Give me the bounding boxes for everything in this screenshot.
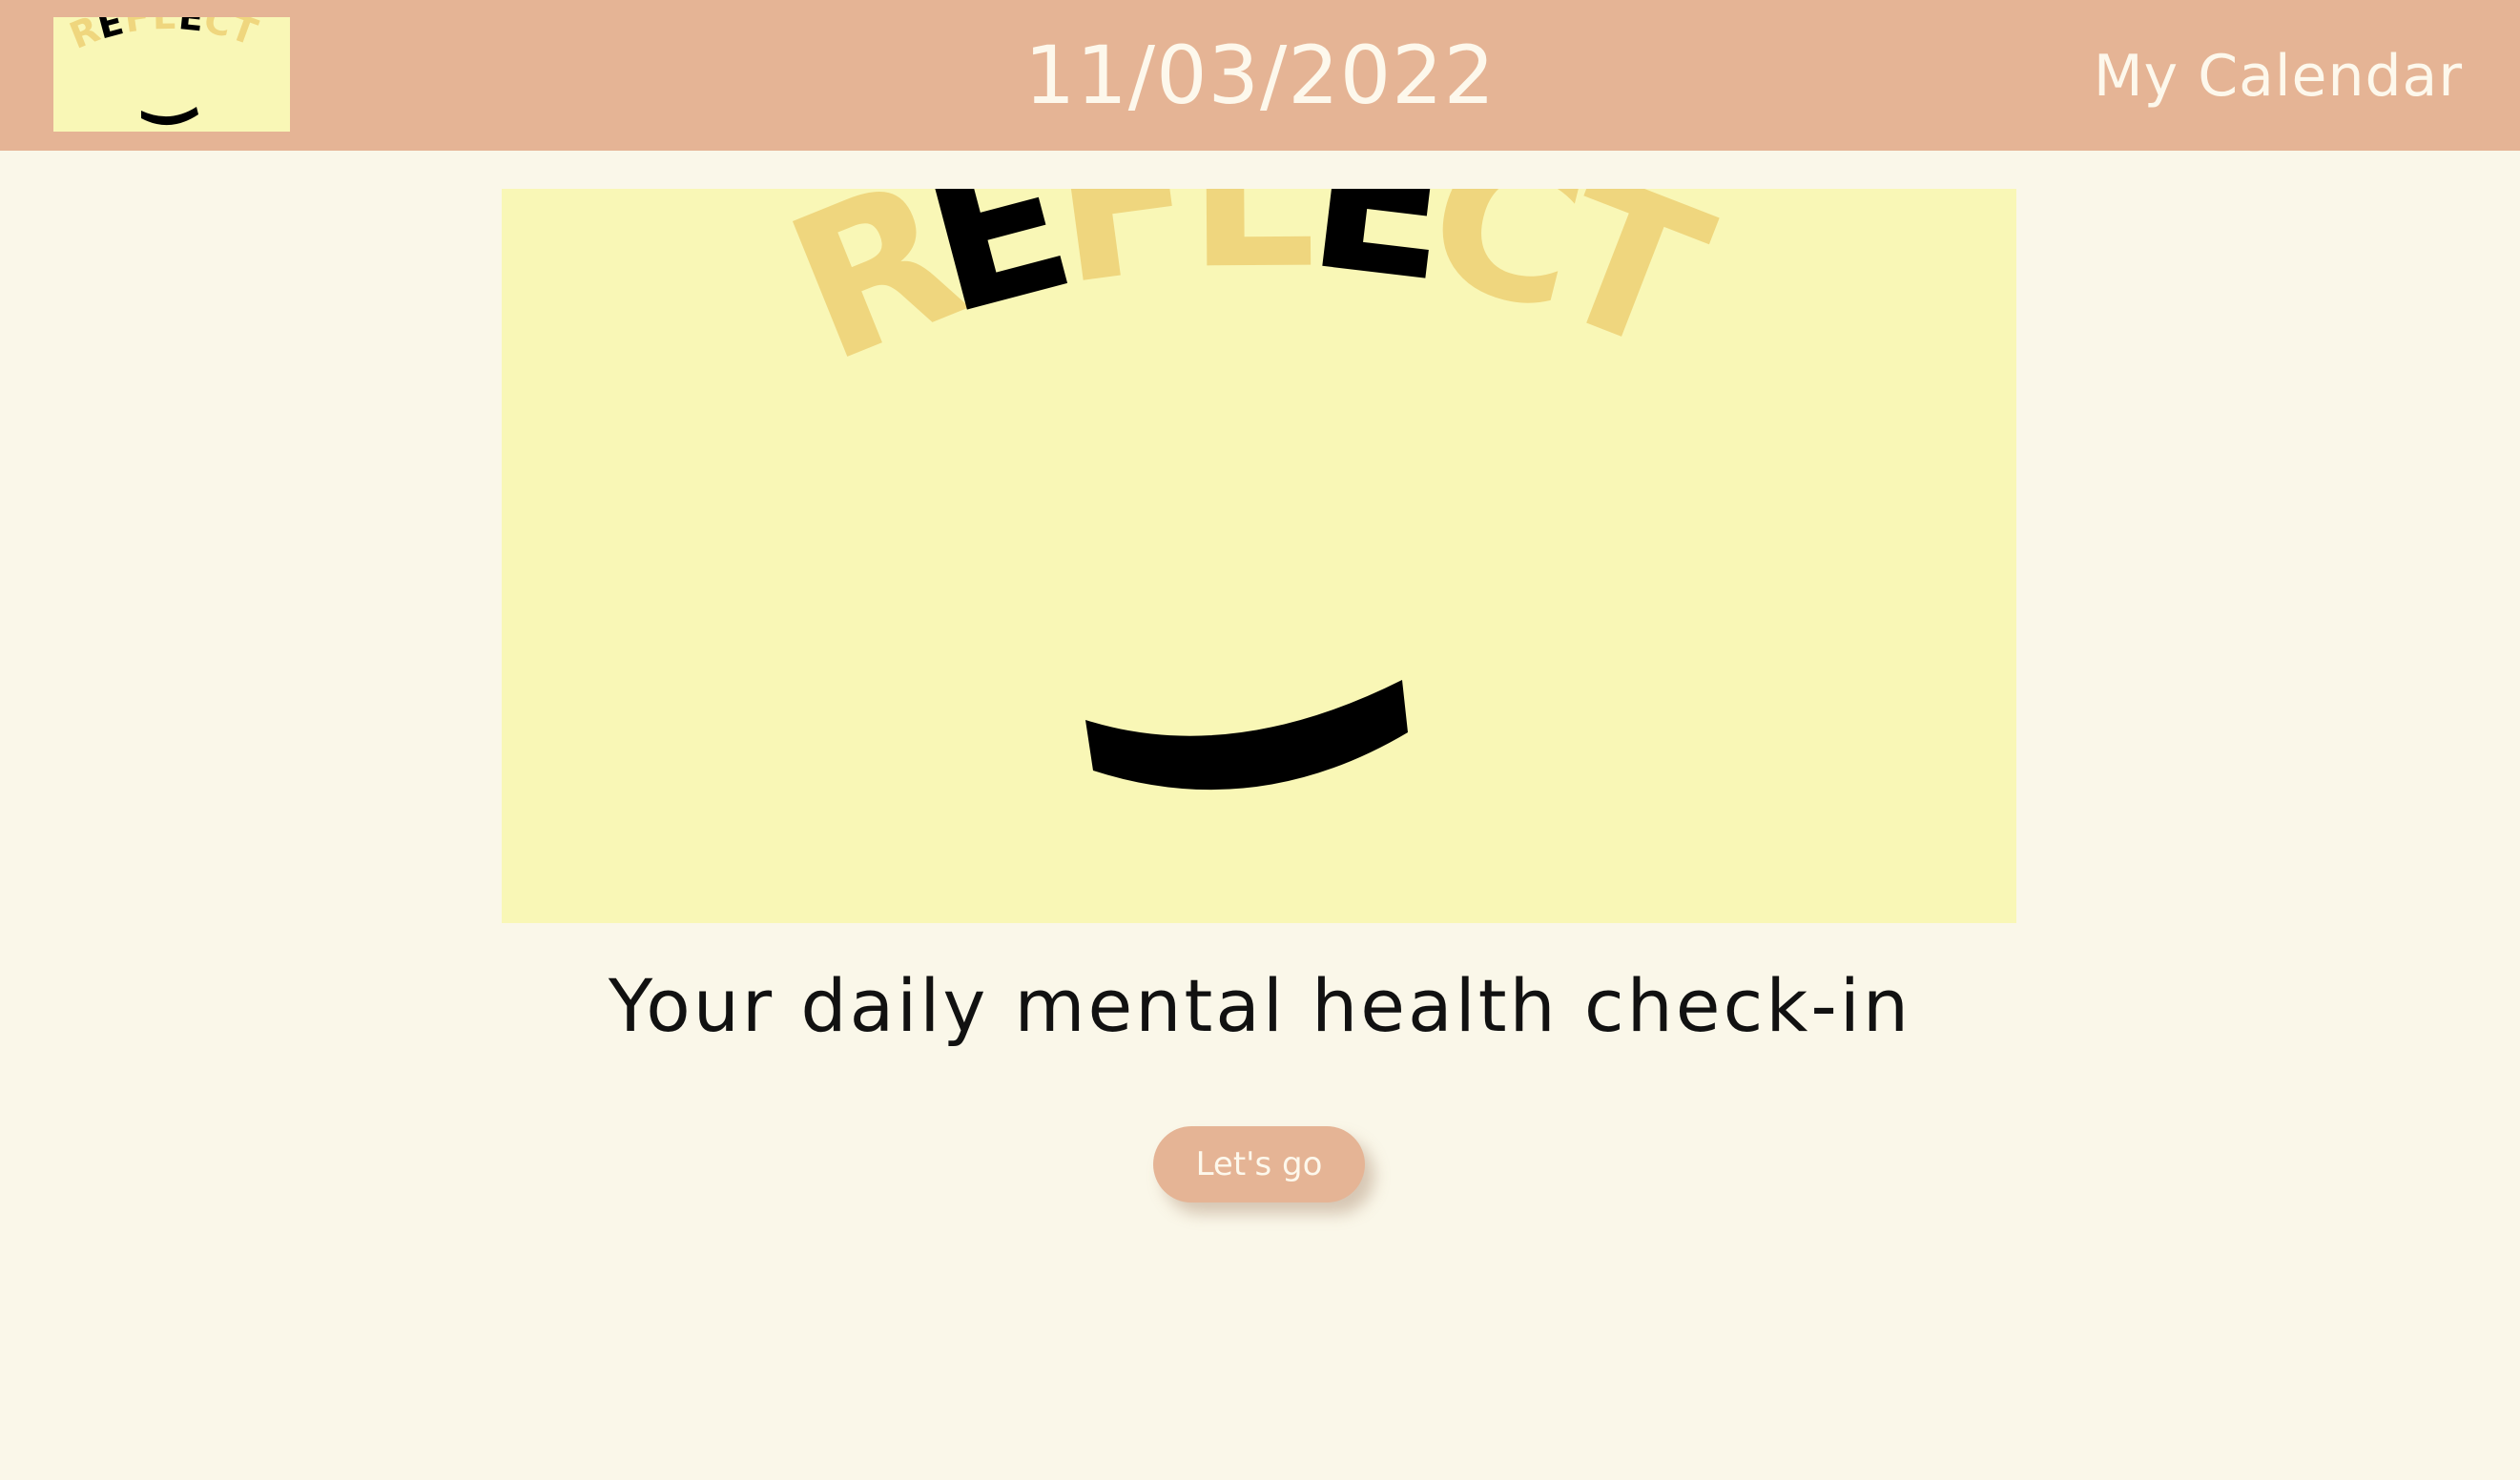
my-calendar-link[interactable]: My Calendar [2094, 0, 2463, 151]
top-bar: REFLECT 11/03/2022 My Calendar [0, 0, 2520, 151]
tagline: Your daily mental health check-in [608, 963, 1912, 1048]
lets-go-button[interactable]: Let's go [1153, 1126, 1365, 1202]
header-logo-letter-3: F [122, 17, 153, 41]
hero-logo-banner: REFLECT [502, 189, 2016, 923]
reflect-logo: REFLECT [760, 189, 1735, 791]
smile-icon [1085, 680, 1408, 791]
header-logo-letter-4: L [152, 17, 176, 37]
header-logo[interactable]: REFLECT [53, 17, 290, 132]
hero-logo-letter-4: L [1188, 189, 1317, 313]
smile-icon [141, 107, 198, 126]
